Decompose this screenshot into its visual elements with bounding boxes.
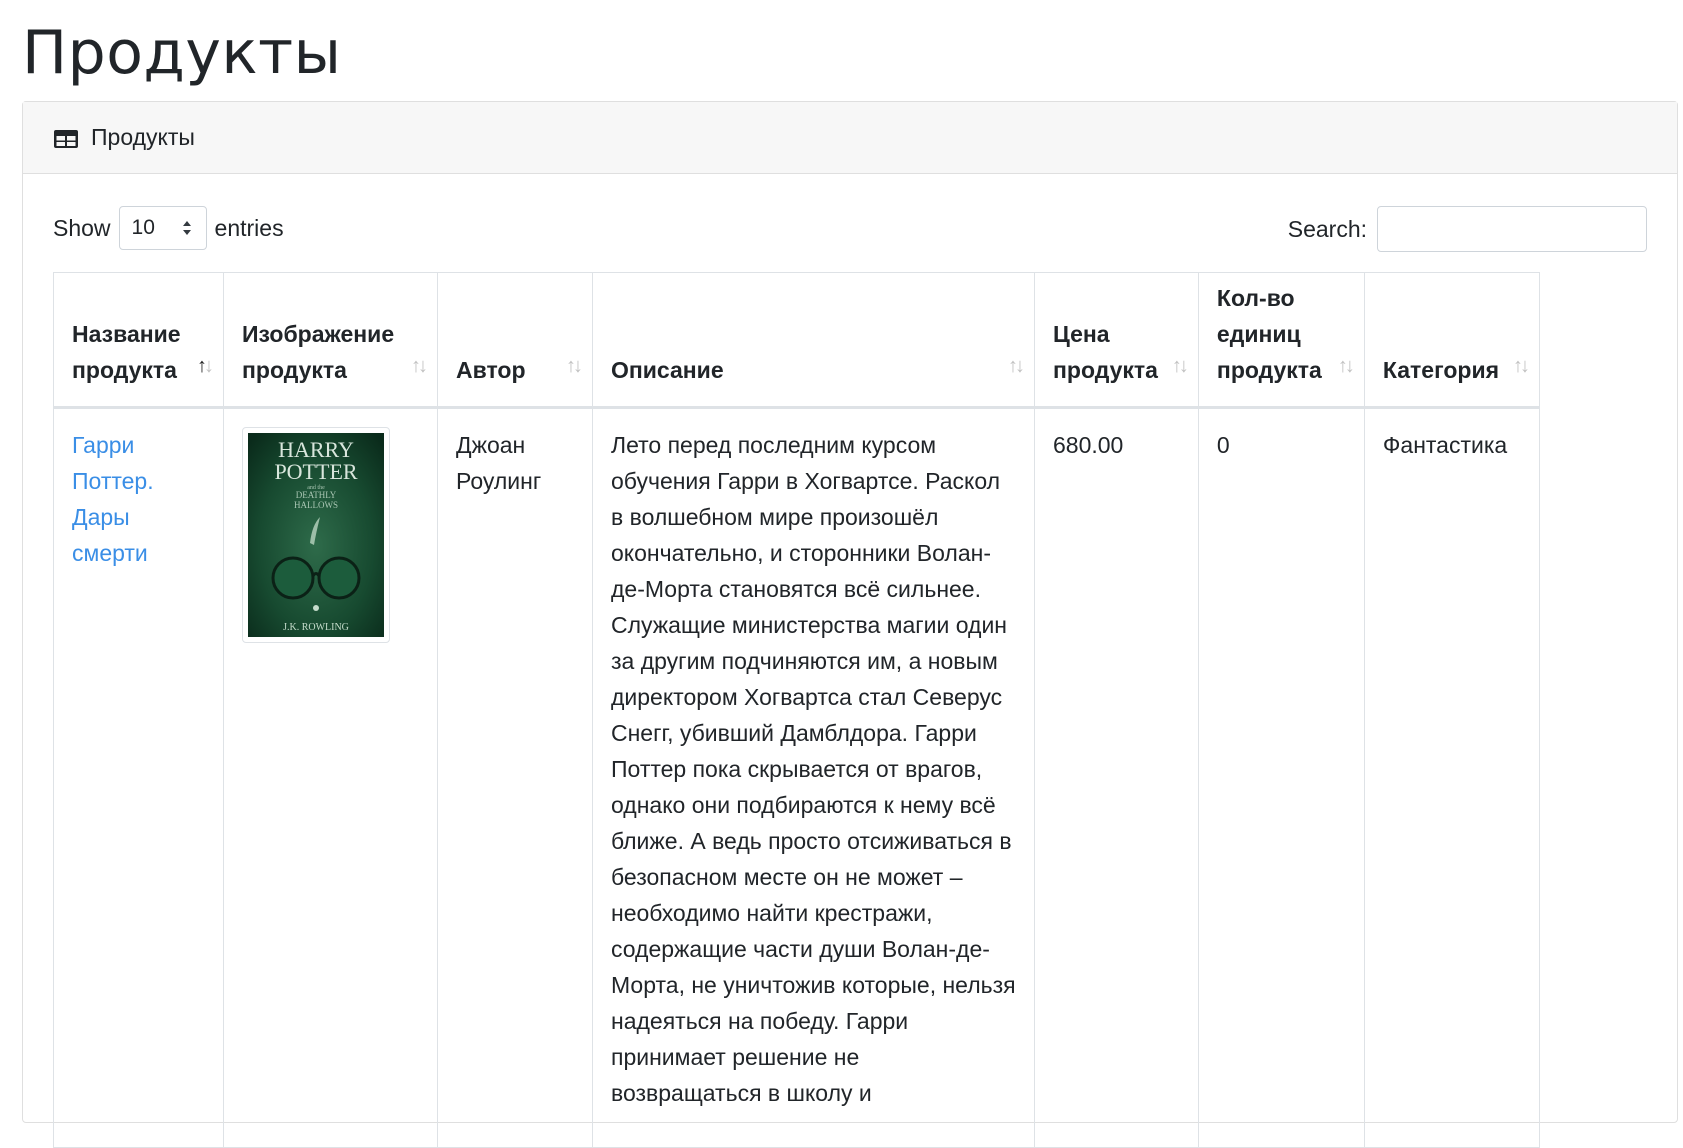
sort-icon: ↑↓ [411, 355, 428, 377]
column-header-quantity[interactable]: Кол-во единиц продукта ↑↓ [1197, 272, 1365, 409]
sort-icon: ↑↓ [1337, 355, 1355, 377]
cover-subtitle-2: HALLOWS [294, 500, 338, 510]
column-header-image[interactable]: Изображение продукта ↑↓ [223, 272, 438, 409]
cover-subtitle-1: DEATHLY [296, 490, 337, 500]
column-header-category[interactable]: Категория ↑↓ [1363, 272, 1541, 409]
search-control: Search: [1288, 206, 1647, 252]
table-row: Гарри Поттер. Дары смерти HARRY POTTER a… [53, 407, 1541, 1148]
sort-icon: ↑↓ [1513, 355, 1530, 377]
cell-category: Фантастика [1363, 407, 1541, 1148]
cell-quantity: 0 [1197, 407, 1365, 1148]
entries-length-control: Show 10 entries [53, 206, 284, 250]
products-card: Продукты Show 10 entries Search: Названи… [22, 101, 1678, 1148]
sort-icon: ↑↓ [1171, 355, 1189, 377]
cell-image: HARRY POTTER and the DEATHLY HALLOWS J.K… [223, 407, 438, 1148]
product-name-link[interactable]: Гарри Поттер. Дары смерти [72, 432, 154, 566]
column-header-author[interactable]: Автор ↑↓ [437, 272, 593, 409]
table-controls: Show 10 entries Search: [53, 206, 1647, 254]
page-title: Продукты [22, 18, 342, 88]
entries-select-value: 10 [131, 216, 155, 239]
entries-select[interactable]: 10 [118, 206, 207, 250]
cell-name: Гарри Поттер. Дары смерти [53, 407, 224, 1148]
card-header-title: Продукты [91, 124, 195, 150]
cover-author: J.K. ROWLING [283, 622, 349, 633]
select-caret-icon [182, 217, 192, 239]
cell-price: 680.00 [1034, 407, 1199, 1148]
cover-title-2: POTTER [274, 459, 357, 484]
cell-author: Джоан Роулинг [437, 407, 593, 1148]
sort-asc-icon: ↑↓ [197, 355, 214, 377]
table-icon [53, 128, 79, 148]
search-label: Search: [1287, 215, 1367, 242]
column-header-price[interactable]: Цена продукта ↑↓ [1034, 272, 1199, 409]
sort-icon: ↑↓ [566, 355, 583, 377]
card-header: Продукты [23, 102, 1677, 174]
search-input[interactable] [1377, 206, 1647, 252]
page: Продукты Продукты Show 10 entries Search… [0, 0, 1683, 1148]
column-header-description[interactable]: Описание ↑↓ [592, 272, 1035, 409]
show-label: Show [53, 214, 111, 241]
table-header-row: Название продукта ↑↓ Изображение продукт… [53, 272, 1541, 409]
product-image[interactable]: HARRY POTTER and the DEATHLY HALLOWS J.K… [242, 427, 390, 643]
products-table: Название продукта ↑↓ Изображение продукт… [53, 272, 1541, 1148]
column-header-name[interactable]: Название продукта ↑↓ [53, 272, 224, 409]
cell-description: Лето перед последним курсом обучения Гар… [592, 407, 1035, 1148]
sort-icon: ↑↓ [1008, 355, 1025, 377]
entries-label: entries [214, 214, 284, 241]
